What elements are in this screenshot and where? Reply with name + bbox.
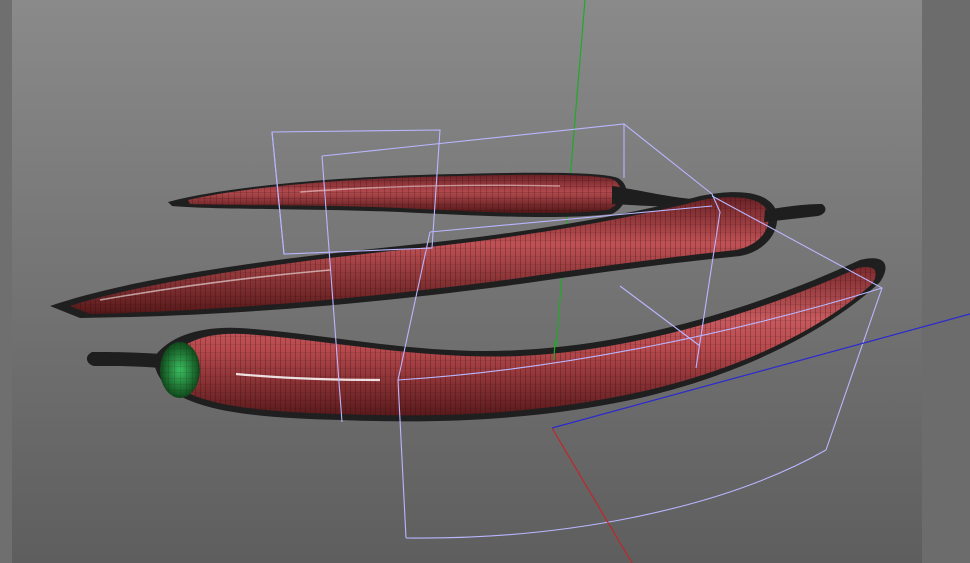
- viewport-left-border: [0, 0, 12, 563]
- pepper-stem: [86, 352, 160, 368]
- 3d-viewport[interactable]: [0, 0, 970, 563]
- viewport-right-panel: [922, 0, 970, 563]
